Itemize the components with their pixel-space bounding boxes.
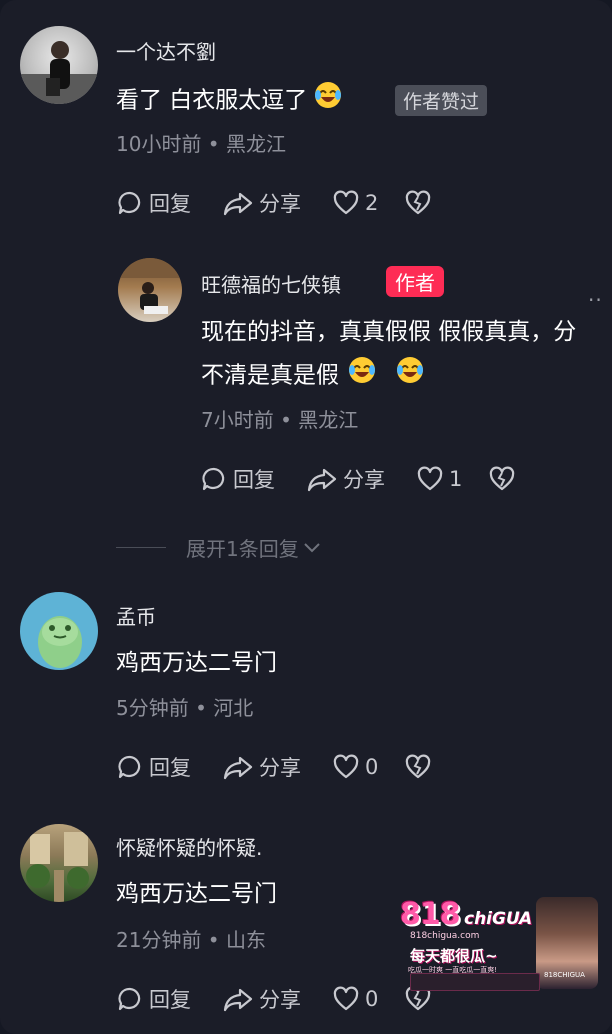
time-location: 21分钟前 • 山东 [116, 928, 266, 952]
share-icon [223, 756, 253, 780]
comment-actions: 回复 分享 2 [116, 188, 446, 218]
time-location: 5分钟前 • 河北 [116, 696, 254, 720]
comment-text: 鸡西万达二号门 [116, 881, 277, 907]
share-button[interactable]: 分享 [222, 984, 301, 1014]
share-icon [307, 468, 337, 492]
share-button[interactable]: 分享 [222, 188, 301, 218]
avatar[interactable] [20, 592, 98, 670]
divider [116, 546, 166, 548]
share-icon [223, 988, 253, 1012]
like-button[interactable]: 0 [332, 984, 378, 1014]
avatar[interactable] [118, 258, 182, 322]
comment-icon [118, 191, 141, 215]
reply-button[interactable]: 回复 [116, 188, 191, 218]
chevron-down-icon [304, 543, 320, 553]
comment-username[interactable]: 一个达不劉 [116, 36, 216, 65]
comment-username[interactable]: 怀疑怀疑的怀疑. [116, 832, 262, 861]
author-liked-badge: 作者赞过 [395, 85, 488, 116]
broken-heart-icon [489, 466, 515, 491]
reply-button[interactable]: 回复 [116, 984, 191, 1014]
broken-heart-icon [405, 190, 431, 215]
watermark-side-text: 818CHIGUA [544, 971, 585, 979]
avatar[interactable] [20, 26, 98, 104]
comment-icon [202, 467, 225, 491]
share-icon [223, 192, 253, 216]
laughing-emoji-icon [395, 355, 425, 397]
avatar[interactable] [20, 824, 98, 902]
time-location: 7小时前 • 黑龙江 [201, 408, 359, 432]
comment-icon [118, 987, 141, 1011]
comment-actions: 回复 分享 1 [200, 464, 530, 494]
comment-actions: 回复 分享 0 [116, 752, 446, 782]
watermark-box [410, 973, 540, 991]
comment-text: 看了 白衣服太逗了 [116, 80, 343, 122]
more-options-icon[interactable]: ·· [588, 288, 603, 312]
time-location: 10小时前 • 黑龙江 [116, 132, 286, 156]
watermark-logo-number: 818 [400, 897, 461, 932]
dislike-button[interactable] [404, 188, 432, 218]
dislike-button[interactable] [404, 752, 432, 782]
share-button[interactable]: 分享 [306, 464, 385, 494]
expand-replies-button[interactable]: 展开1条回复 [116, 532, 323, 562]
dislike-button[interactable] [488, 464, 516, 494]
reply-button[interactable]: 回复 [200, 464, 275, 494]
heart-icon [417, 466, 443, 491]
comment-text: 不清是真是假 [201, 355, 425, 397]
heart-icon [333, 754, 359, 779]
comment-panel: 一个达不劉 看了 白衣服太逗了 作者赞过 10小时前 • 黑龙江 回复 分享 2 [0, 0, 612, 1034]
watermark-site: 818chigua.com [410, 931, 480, 941]
like-button[interactable]: 0 [332, 752, 378, 782]
share-button[interactable]: 分享 [222, 752, 301, 782]
comment-icon [118, 755, 141, 779]
heart-icon [333, 190, 359, 215]
like-button[interactable]: 1 [416, 464, 462, 494]
laughing-emoji-icon [313, 80, 343, 122]
expand-replies-label: 展开1条回复 [186, 536, 299, 561]
like-button[interactable]: 2 [332, 188, 378, 218]
comment-username[interactable]: 旺德福的七侠镇 [201, 269, 341, 298]
comment-username[interactable]: 孟币 [116, 601, 156, 630]
watermark-logo-word: chiGUA [464, 909, 533, 929]
laughing-emoji-icon [347, 355, 377, 397]
reply-button[interactable]: 回复 [116, 752, 191, 782]
comment-text: 鸡西万达二号门 [116, 650, 277, 676]
comment-text: 现在的抖音，真真假假 假假真真，分 [201, 319, 577, 345]
watermark-logo: 818 chiGUA 818chigua.com 每天都很瓜~ 吃瓜一时爽 一直… [396, 895, 600, 991]
heart-icon [333, 986, 359, 1011]
watermark-slogan: 每天都很瓜~ [410, 947, 498, 965]
author-badge: 作者 [386, 266, 444, 297]
broken-heart-icon [405, 754, 431, 779]
